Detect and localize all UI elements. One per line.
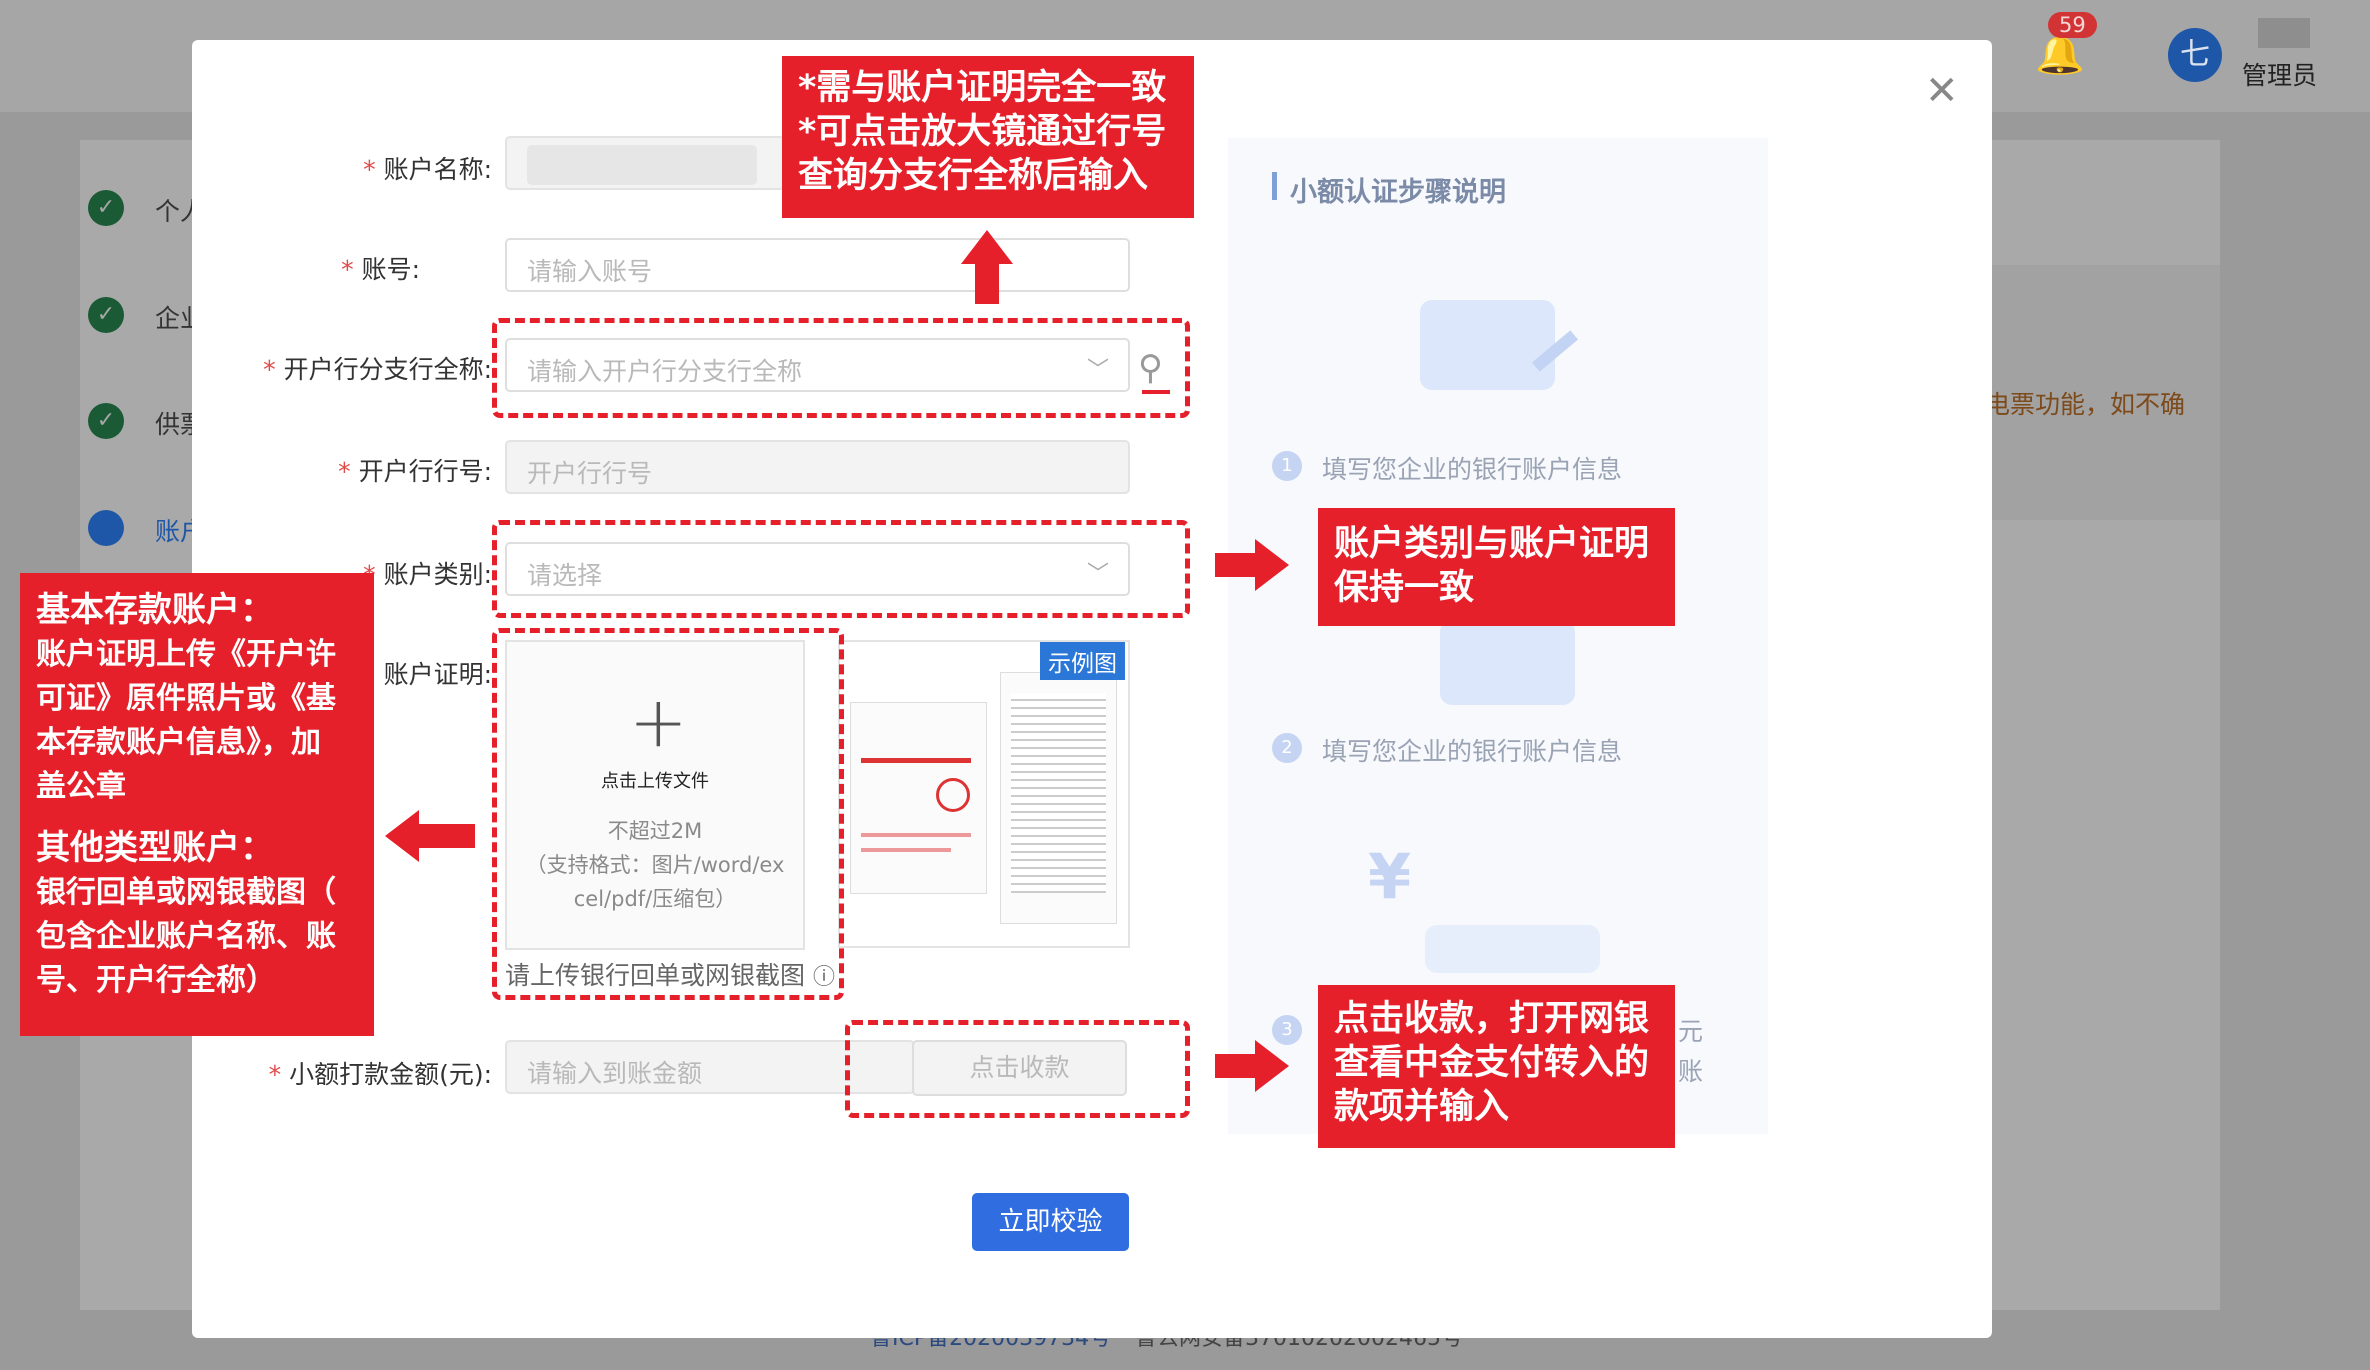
close-icon[interactable]: ✕ <box>1925 68 1959 114</box>
account-name-label: * 账户名称: <box>363 155 492 184</box>
arrow-right-icon <box>1255 1040 1289 1092</box>
arrow-shaft <box>975 262 999 304</box>
account-no-input[interactable]: 请输入账号 <box>505 238 1130 292</box>
account-name-input <box>505 136 785 190</box>
bank-card-icon <box>1420 300 1555 390</box>
proof-note: 基本存款账户： 账户证明上传《开户许 可证》原件照片或《基 本存款账户信息》，加… <box>20 573 374 1036</box>
avatar[interactable]: 七 <box>2168 28 2222 82</box>
blurred-account-name <box>527 145 757 185</box>
sample-image[interactable] <box>838 640 1130 948</box>
arrow-shaft <box>1215 553 1255 577</box>
arrow-shaft <box>419 824 475 848</box>
arrow-up-icon <box>961 230 1013 264</box>
verify-button[interactable]: 立即校验 <box>972 1193 1129 1251</box>
step-text-tail: 元 <box>1678 1017 1704 1046</box>
step-number: 1 <box>1272 451 1302 481</box>
amount-label: * 小额打款金额(元): <box>268 1060 492 1089</box>
blurred-username <box>2258 18 2310 48</box>
step-check-icon: ✓ <box>88 403 124 439</box>
arrow-shaft <box>1215 1054 1255 1078</box>
sample-license <box>1000 672 1117 924</box>
branch-label: * 开户行分支行全称: <box>263 355 492 384</box>
notice-text: 电票功能，如不确 <box>1985 390 2186 419</box>
account-type-note: 账户类别与账户证明 保持一致 <box>1318 508 1675 626</box>
arrow-right-icon <box>1255 539 1289 591</box>
highlight-branch <box>492 318 1190 418</box>
account-no-label: * 账号: <box>341 255 420 284</box>
sample-receipt <box>850 702 987 894</box>
yen-icon: ¥ <box>1368 840 1412 913</box>
highlight-account-type <box>492 520 1190 618</box>
arrow-left-icon <box>385 810 419 862</box>
title-bar <box>1272 172 1277 200</box>
amount-box-icon <box>1425 925 1600 973</box>
step-current-icon <box>88 510 124 546</box>
collect-note: 点击收款，打开网银 查看中金支付转入的 款项并输入 <box>1318 985 1675 1148</box>
step-number: 2 <box>1272 733 1302 763</box>
highlight-collect <box>845 1020 1190 1118</box>
panel-title: 小额认证步骤说明 <box>1290 177 1506 208</box>
step-check-icon: ✓ <box>88 297 124 333</box>
admin-label[interactable]: 管理员 <box>2242 56 2317 92</box>
sample-tag: 示例图 <box>1040 642 1125 680</box>
bank-code-input: 开户行行号 <box>505 440 1130 494</box>
step-text: 填写您企业的银行账户信息 <box>1322 455 1623 484</box>
bank-code-label: * 开户行行号: <box>338 457 492 486</box>
step-check-icon: ✓ <box>88 190 124 226</box>
highlight-upload <box>492 628 844 1000</box>
branch-note: *需与账户证明完全一致 *可点击放大镜通过行号 查询分支行全称后输入 <box>782 56 1194 218</box>
step-text-tail: 账 <box>1678 1057 1704 1086</box>
bank-card-icon <box>1440 620 1575 705</box>
notification-badge: 59 <box>2048 12 2097 38</box>
step-text: 填写您企业的银行账户信息 <box>1322 737 1623 766</box>
